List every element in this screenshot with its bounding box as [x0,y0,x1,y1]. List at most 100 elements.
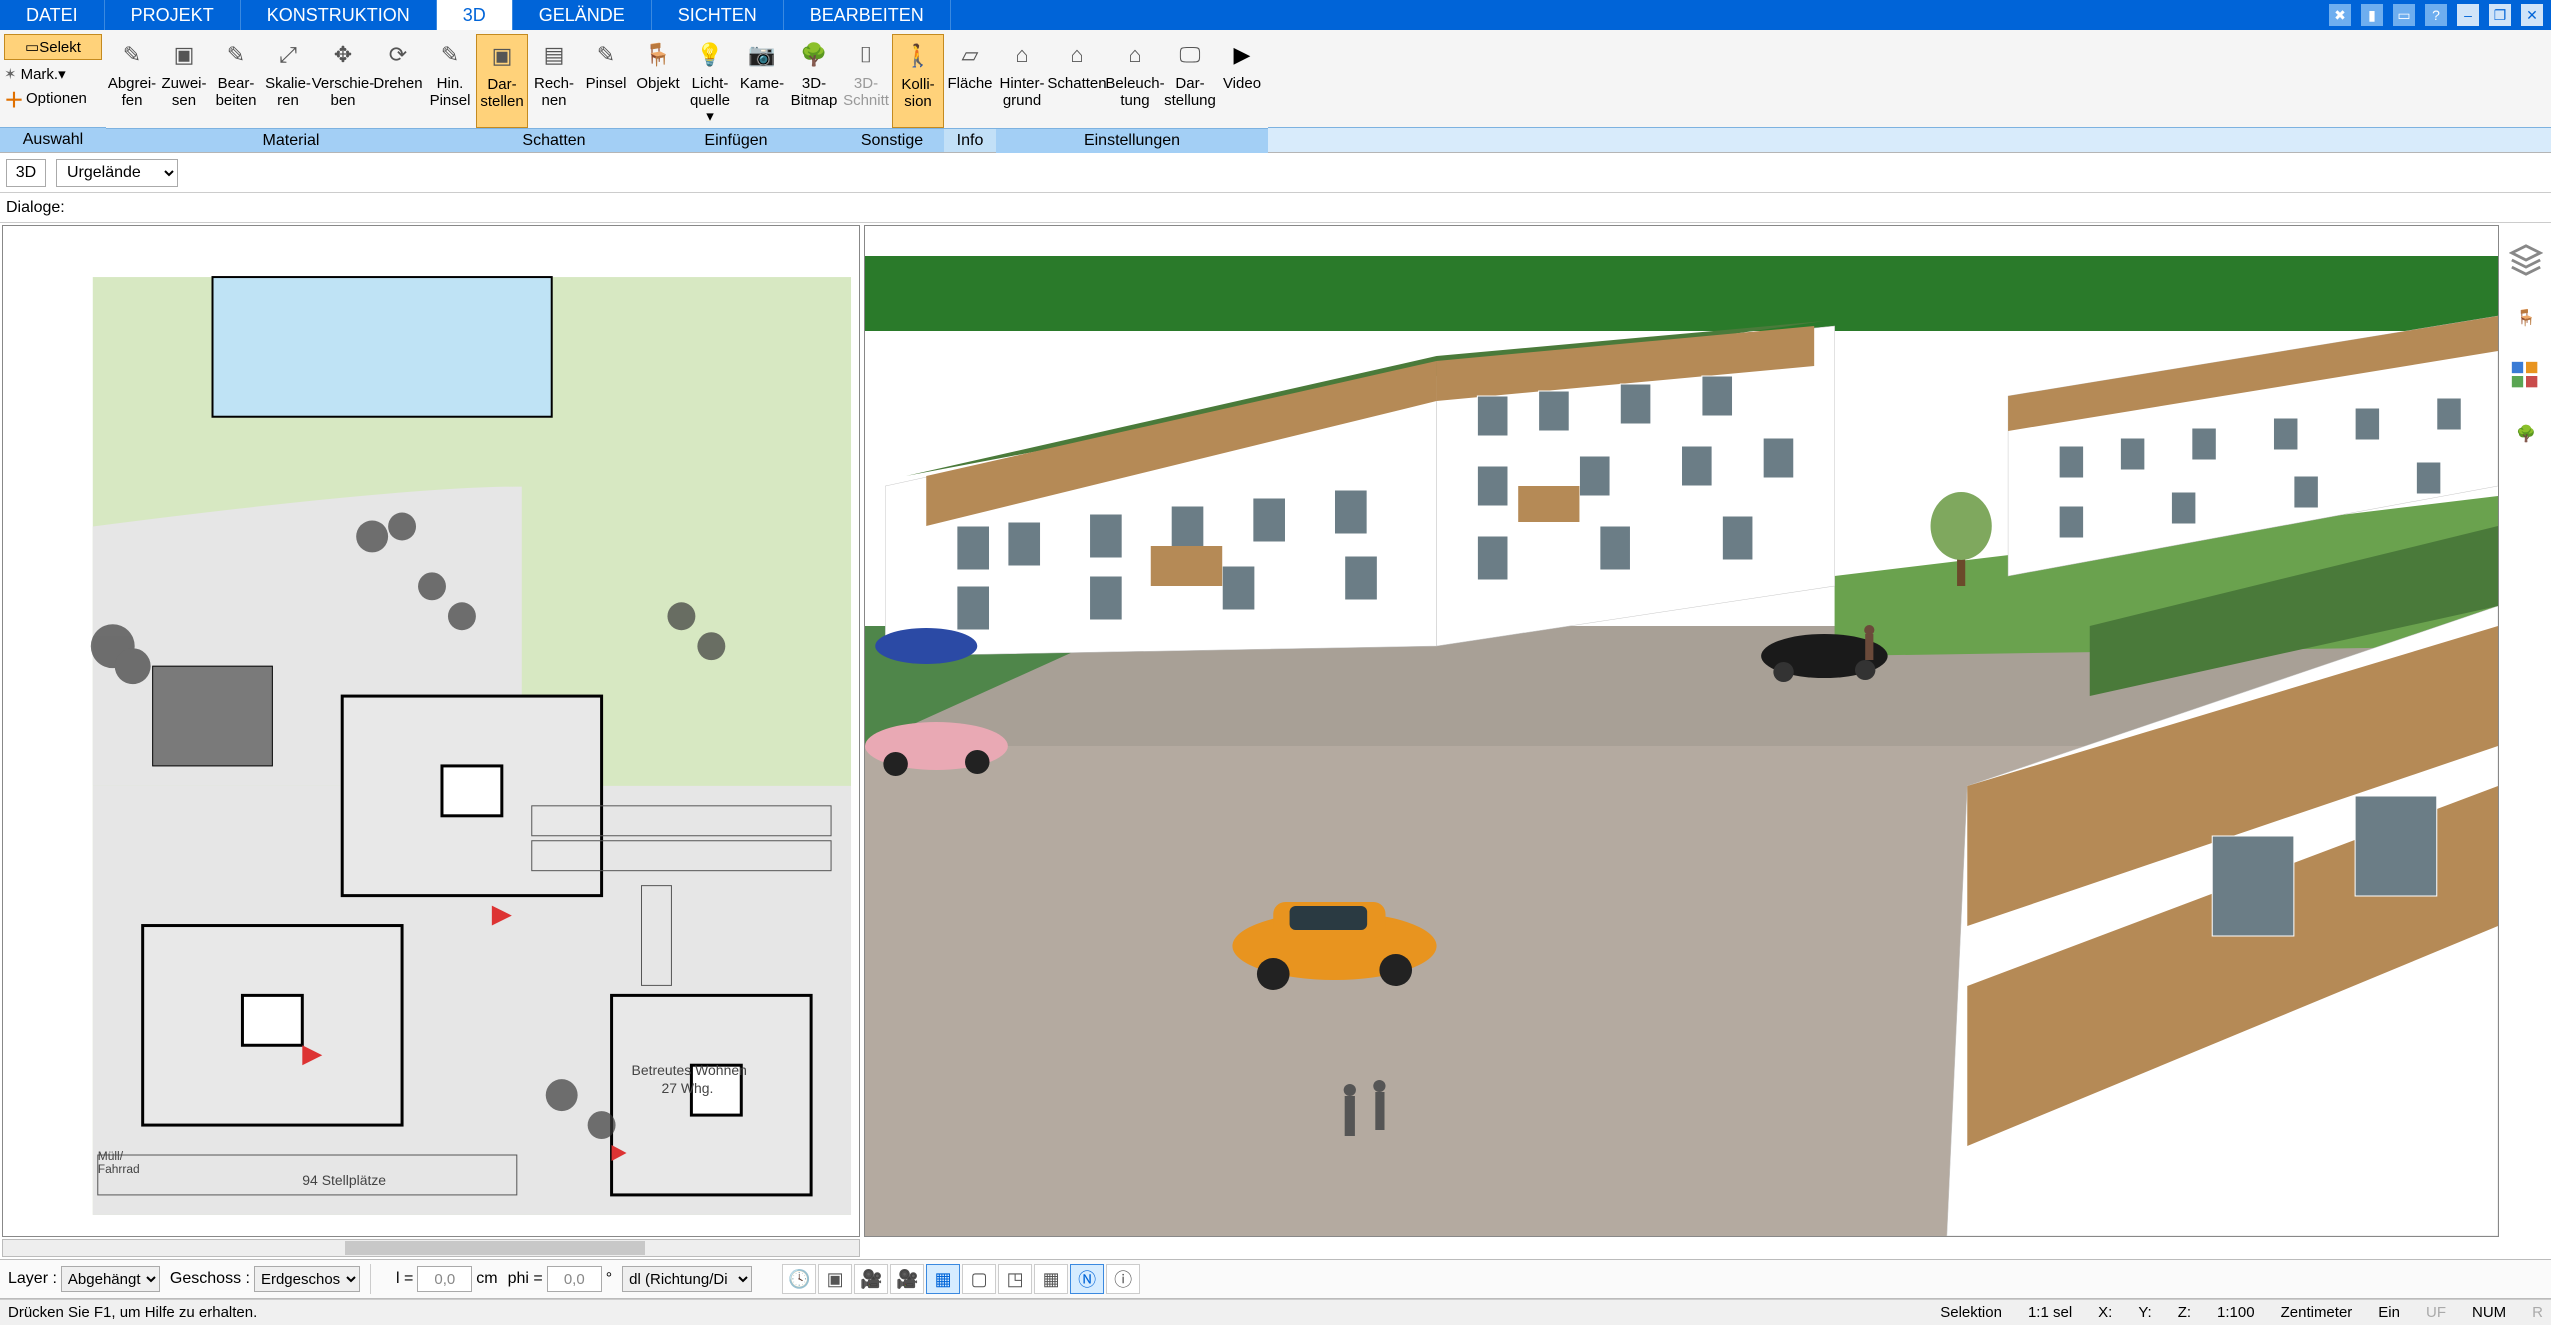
btn-darstellen[interactable]: ▣Dar-stellen [476,34,528,128]
tab-sichten[interactable]: SICHTEN [652,0,784,30]
svg-text:27 Whg.: 27 Whg. [661,1080,713,1096]
ib-grid[interactable]: ▦ [1034,1264,1068,1294]
tab-3d[interactable]: 3D [437,0,513,30]
title-sysicons: ✖ ▮ ▭ ? – ❐ ✕ [2329,0,2551,30]
tab-projekt[interactable]: PROJEKT [105,0,241,30]
btn-3dbitmap[interactable]: 🌳3D-Bitmap [788,34,840,128]
ib-info[interactable]: ⓘ [1106,1264,1140,1294]
tab-bearbeiten[interactable]: BEARBEITEN [784,0,951,30]
tree2-icon[interactable]: 🌳 [2509,417,2543,451]
btn-beleuchtung[interactable]: ⌂Beleuch-tung [1106,34,1164,128]
chair2-icon[interactable]: 🪑 [2509,301,2543,335]
btn-pinsel[interactable]: ✎Pinsel [580,34,632,128]
svg-text:94 Stellplätze: 94 Stellplätze [302,1172,386,1188]
l-label: l = [396,1270,413,1288]
eyedropper-icon: ✎ [115,38,149,72]
ib-north[interactable]: Ⓝ [1070,1264,1104,1294]
phi-input[interactable] [547,1266,602,1292]
btn-objekt[interactable]: 🪑Objekt [632,34,684,128]
viewmode-badge: 3D [6,159,46,187]
view-select[interactable]: Urgelände [56,159,178,187]
restore-icon[interactable]: ❐ [2489,4,2511,26]
tab-konstruktion[interactable]: KONSTRUKTION [241,0,437,30]
main-area: 94 Stellplätze Betreutes Wohnen 27 Whg. … [0,223,2551,1239]
ib-movie2[interactable]: 🎥 [890,1264,924,1294]
layers-icon[interactable] [2509,243,2543,277]
plan-2d-viewport[interactable]: 94 Stellplätze Betreutes Wohnen 27 Whg. … [2,225,860,1237]
car-pink [865,722,1008,776]
btn-3dschnitt[interactable]: ⌷3D-Schnitt [840,34,892,128]
plan-hscrollbar[interactable] [2,1239,860,1257]
btn-rechnen[interactable]: ▤Rech-nen [528,34,580,128]
mark-button[interactable]: ✶Mark. ▾ [4,62,102,86]
group-label-auswahl: Auswahl [0,127,106,152]
optionen-button[interactable]: ＋Optionen [4,86,102,110]
selekt-button[interactable]: ▭ Selekt [4,34,102,60]
ib-clock[interactable]: 🕓 [782,1264,816,1294]
area-icon: ▱ [953,38,987,72]
btn-flaeche[interactable]: ▱Fläche [944,34,996,128]
btn-kollision[interactable]: 🚶Kolli-sion [892,34,944,128]
btn-bearbeiten[interactable]: ✎Bear-beiten [210,34,262,128]
ib-movie[interactable]: 🎥 [854,1264,888,1294]
view-3d-viewport[interactable] [864,225,2499,1237]
close-icon[interactable]: ✕ [2521,4,2543,26]
status-z: Z: [2178,1304,2191,1321]
window-icon[interactable]: ▭ [2393,4,2415,26]
cube2-icon: ▤ [537,38,571,72]
tab-gelaende[interactable]: GELÄNDE [513,0,652,30]
materials-icon[interactable] [2509,359,2543,393]
context-bar: 3D Urgelände [0,153,2551,193]
group-sonstige: ⌷3D-Schnitt 🚶Kolli-sion Sonstige [840,30,944,152]
btn-lichtquelle[interactable]: 💡Licht-quelle▾ [684,34,736,128]
btn-schatten-einst[interactable]: ⌂Schatten [1048,34,1106,128]
btn-drehen[interactable]: ⟳Drehen [372,34,424,128]
view3d-svg [865,226,2498,1236]
btn-abgreifen[interactable]: ✎Abgrei-fen [106,34,158,128]
ib-wire[interactable]: ▦ [926,1264,960,1294]
bulb-icon: 💡 [693,38,727,72]
dialoge-label: Dialoge: [6,199,65,217]
status-x: X: [2098,1304,2112,1321]
status-y: Y: [2138,1304,2151,1321]
btn-hintergrund[interactable]: ⌂Hinter-grund [996,34,1048,128]
monitor-icon: 🖵 [1173,38,1207,72]
btn-zuweisen[interactable]: ▣Zuwei-sen [158,34,210,128]
section-icon: ⌷ [849,38,883,72]
layer-label: Layer : [8,1270,57,1288]
tab-datei[interactable]: DATEI [0,0,105,30]
btn-video[interactable]: ▶Video [1216,34,1268,128]
scale-icon: ⤢ [271,38,305,72]
l-input[interactable] [417,1266,472,1292]
rotate-icon: ⟳ [381,38,415,72]
btn-kamera[interactable]: 📷Kame-ra [736,34,788,128]
help-icon[interactable]: ? [2425,4,2447,26]
group-info: ▱Fläche Info [944,30,996,152]
btn-hinpinsel[interactable]: ✎Hin.Pinsel [424,34,476,128]
gift-icon[interactable]: ▮ [2361,4,2383,26]
play-icon: ▶ [1225,38,1259,72]
status-r: R [2532,1304,2543,1321]
group-material: ✎Abgrei-fen ▣Zuwei-sen ✎Bear-beiten ⤢Ska… [106,30,476,152]
btn-darstellung[interactable]: 🖵Dar-stellung [1164,34,1216,128]
move-icon: ✥ [326,38,360,72]
menu-tabstrip: DATEI PROJEKT KONSTRUKTION 3D GELÄNDE SI… [0,0,2551,30]
group-einfuegen: 🪑Objekt 💡Licht-quelle▾ 📷Kame-ra 🌳3D-Bitm… [632,30,840,152]
phi-unit: ° [606,1270,612,1288]
tools-icon[interactable]: ✖ [2329,4,2351,26]
group-einstellungen: ⌂Hinter-grund ⌂Schatten ⌂Beleuch-tung 🖵D… [996,30,1268,152]
edit-icon: ✎ [219,38,253,72]
status-num: NUM [2472,1304,2506,1321]
ib-cube[interactable]: ▢ [962,1264,996,1294]
dl-select[interactable]: dl (Richtung/Di [622,1266,752,1292]
view-icon-row: 🕓 ▣ 🎥 🎥 ▦ ▢ ◳ ▦ Ⓝ ⓘ [782,1264,1140,1294]
tree-icon: 🌳 [797,38,831,72]
btn-verschieben[interactable]: ✥Verschie-ben [314,34,372,128]
layer-select[interactable]: Abgehängt [61,1266,160,1292]
ib-render[interactable]: ▣ [818,1264,852,1294]
ib-persp[interactable]: ◳ [998,1264,1032,1294]
minimize-icon[interactable]: – [2457,4,2479,26]
btn-skalieren[interactable]: ⤢Skalie-ren [262,34,314,128]
geschoss-select[interactable]: Erdgeschos [254,1266,360,1292]
group-schatten: ▣Dar-stellen ▤Rech-nen ✎Pinsel Schatten [476,30,632,152]
